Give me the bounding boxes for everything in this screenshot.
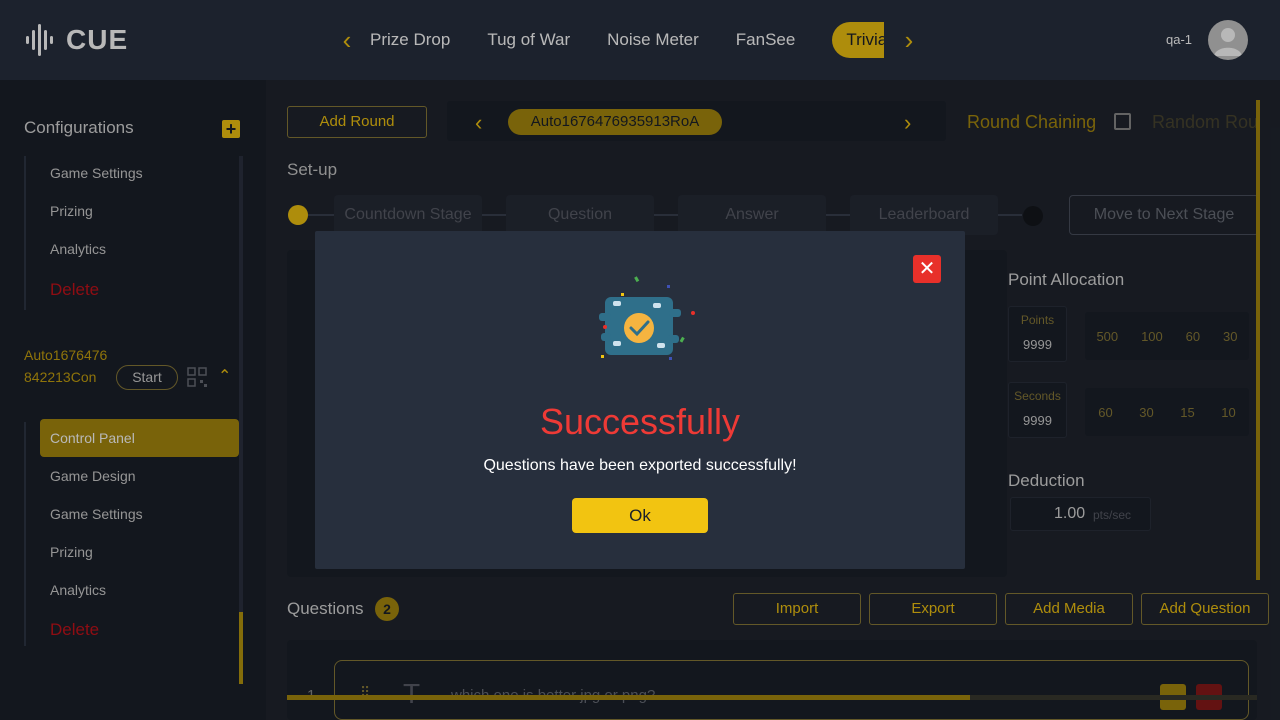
modal-message: Questions have been exported successfull…: [483, 457, 797, 474]
ok-button[interactable]: Ok: [572, 498, 708, 533]
close-icon[interactable]: ✕: [913, 255, 941, 283]
modal-title: Successfully: [539, 401, 741, 442]
success-illustration: [599, 276, 695, 360]
success-modal: ✕ Successfully Questions have been expor…: [315, 231, 965, 569]
